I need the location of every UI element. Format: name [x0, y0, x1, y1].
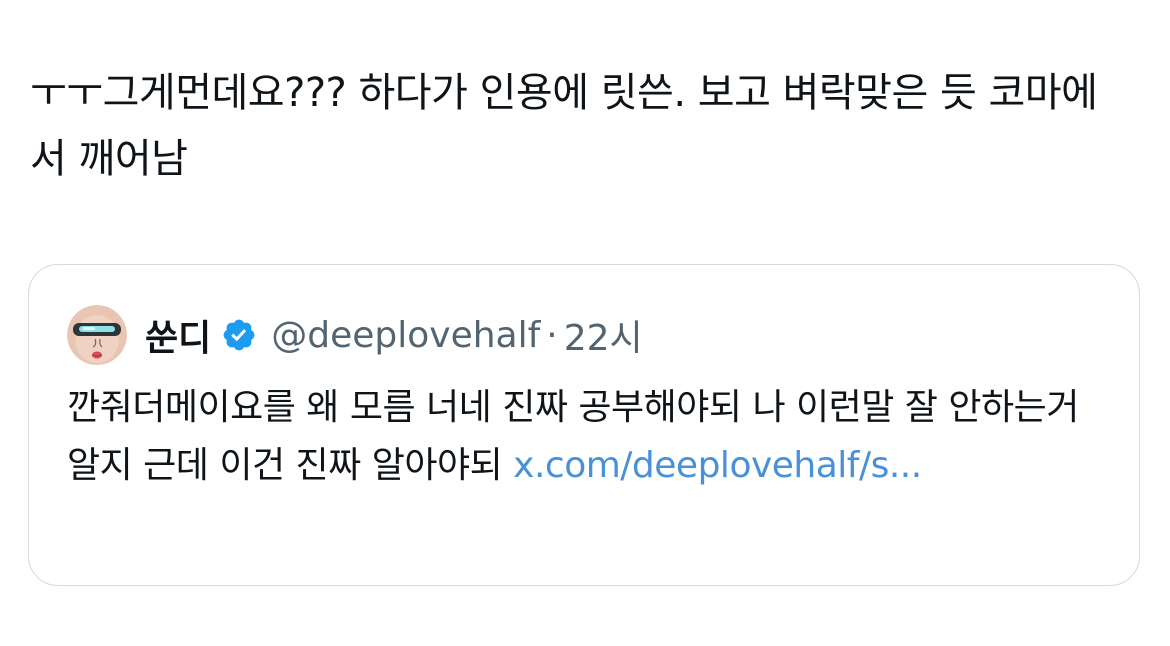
quoted-tweet-header: 쑨디 @deeplovehalf · 22시: [67, 305, 643, 365]
user-handle[interactable]: @deeplovehalf: [271, 315, 540, 356]
avatar[interactable]: [67, 305, 127, 365]
quoted-tweet-card[interactable]: 쑨디 @deeplovehalf · 22시 깐줘더메이요를 왜 모름 너네 진…: [28, 264, 1140, 586]
timestamp[interactable]: 22시: [564, 309, 643, 361]
separator-dot: ·: [546, 314, 558, 356]
quoted-tweet-link[interactable]: x.com/deeplovehalf/s...: [513, 445, 922, 486]
quoted-tweet-text: 깐줘더메이요를 왜 모름 너네 진짜 공부해야되 나 이런말 잘 안하는거알지 …: [67, 379, 1107, 495]
tweet-text: ㅜㅜ그게먼데요??? 하다가 인용에 릿쓴. 보고 벼락맞은 듯 코마에서 깨어…: [30, 70, 1098, 182]
display-name[interactable]: 쑨디: [145, 309, 211, 361]
verified-badge-icon: [223, 319, 255, 351]
avatar-face-icon: [67, 305, 127, 365]
